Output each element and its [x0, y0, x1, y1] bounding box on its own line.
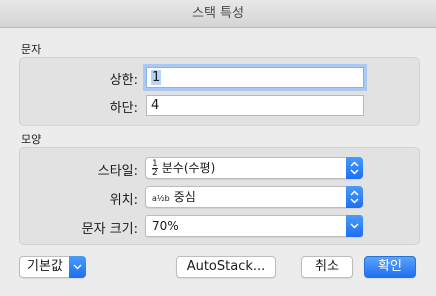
shape-section-label: 모양 [21, 133, 42, 146]
ok-button[interactable]: 확인 [364, 256, 416, 278]
upper-label: 상한: [109, 73, 138, 88]
autostack-button[interactable]: AutoStack... [176, 256, 276, 278]
style-label: 스타일: [97, 164, 138, 179]
lower-field[interactable]: 4 [146, 95, 364, 116]
text-section-label: 문자 [21, 43, 42, 56]
defaults-button[interactable]: 기본값 [19, 256, 86, 278]
position-value: 중심 [173, 190, 196, 204]
chevron-up-down-icon [346, 157, 363, 179]
size-combo[interactable]: 70% [145, 215, 363, 237]
position-glyph-icon: a½b [152, 194, 170, 203]
style-value: 분수(수평) [161, 161, 216, 175]
upper-value: 1 [151, 70, 162, 85]
shape-group: 스타일: 1 2 분수(수평) 위치: a½b 중심 문자 크기: 70% [19, 147, 420, 245]
text-group: 상한: 1 하단: 4 [19, 57, 420, 126]
size-value: 70% [152, 219, 179, 233]
chevron-down-icon [69, 256, 86, 278]
window-title: 스택 특성 [0, 0, 436, 28]
lower-value: 4 [151, 98, 160, 113]
fraction-style-icon: 1 2 [152, 159, 158, 178]
position-popup[interactable]: a½b 중심 [145, 186, 363, 208]
chevron-up-down-icon [346, 186, 363, 208]
lower-label: 하단: [109, 101, 138, 116]
upper-field[interactable]: 1 [146, 67, 364, 88]
position-label: 위치: [109, 193, 138, 208]
style-popup[interactable]: 1 2 분수(수평) [145, 157, 363, 179]
size-label: 문자 크기: [81, 222, 138, 237]
chevron-down-icon[interactable] [346, 215, 363, 237]
stack-properties-dialog: 스택 특성 문자 상한: 1 하단: 4 모양 스타일: 1 2 분수(수평) … [0, 0, 436, 296]
cancel-button[interactable]: 취소 [301, 256, 353, 278]
